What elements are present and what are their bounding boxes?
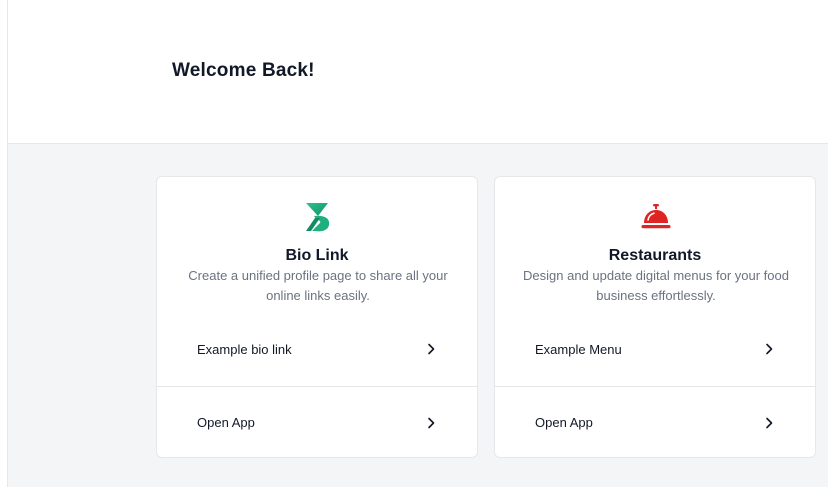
row-label: Example Menu (535, 341, 622, 357)
row-label: Example bio link (197, 341, 292, 357)
row-label: Open App (535, 415, 593, 430)
card-description: Design and update digital menus for your… (523, 268, 789, 303)
example-bio-link-row[interactable]: Example bio link (157, 313, 477, 385)
open-app-row[interactable]: Open App (495, 386, 815, 457)
bio-link-logo-icon (302, 201, 334, 233)
card-title: Bio Link (285, 247, 349, 264)
row-label: Open App (197, 415, 255, 430)
app-grid: Bio Link Create a unified profile page t… (8, 144, 828, 487)
card-restaurants: Restaurants Design and update digital me… (494, 176, 816, 458)
chevron-right-icon (425, 417, 437, 429)
card-description: Create a unified profile page to share a… (188, 268, 448, 303)
chevron-right-icon (425, 343, 437, 355)
card-title: Restaurants (608, 247, 702, 264)
service-bell-icon (640, 201, 672, 233)
example-menu-row[interactable]: Example Menu (495, 313, 815, 385)
page-title: Welcome Back! (172, 60, 315, 81)
card-bio-link: Bio Link Create a unified profile page t… (156, 176, 478, 458)
chevron-right-icon (763, 417, 775, 429)
chevron-right-icon (763, 343, 775, 355)
page-header: Welcome Back! (8, 0, 828, 144)
open-app-row[interactable]: Open App (157, 386, 477, 457)
